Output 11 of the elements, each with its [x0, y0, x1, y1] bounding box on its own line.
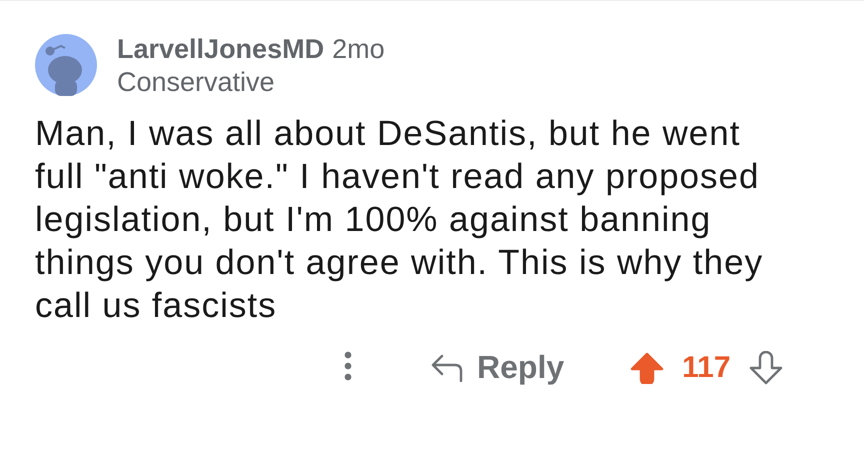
avatar-icon: [35, 34, 97, 96]
comment-age: 2mo: [332, 33, 385, 66]
reply-button[interactable]: Reply: [431, 349, 564, 386]
vote-score: 117: [682, 350, 731, 384]
username[interactable]: LarvellJonesMD: [117, 32, 324, 66]
downvote-button[interactable]: [748, 350, 783, 384]
comment-text: Man, I was all about DeSantis, but he went full "anti woke." I haven't read any proposed legislation, but I'm 100% against banning things you don't agree with. This is why they call us fascists: [35, 113, 764, 327]
community-name[interactable]: Conservative: [117, 66, 385, 98]
more-options-icon[interactable]: [344, 350, 352, 380]
reply-arrow-icon: [431, 354, 463, 382]
upvote-button[interactable]: [630, 352, 664, 384]
